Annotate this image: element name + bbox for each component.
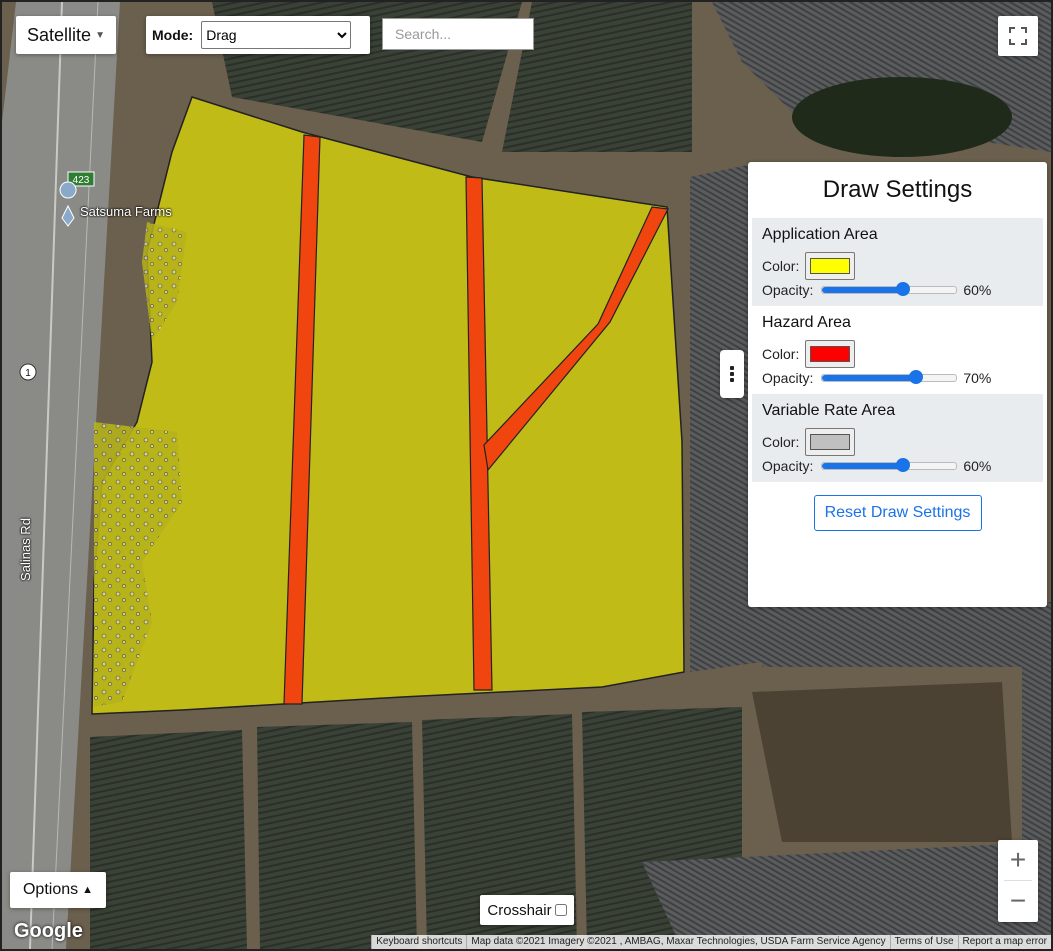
zoom-in-button[interactable]: + [998,840,1038,880]
mode-select[interactable]: Drag [201,21,352,49]
tree-cluster [792,77,1012,157]
color-row: Color: [762,428,1033,456]
dot-icon [730,366,734,370]
color-picker[interactable] [805,428,856,456]
dot-icon [730,372,734,376]
options-button[interactable]: Options ▲ [10,872,106,908]
caret-down-icon: ▼ [95,29,105,41]
color-swatch [810,434,851,450]
route-badge: 1 [25,368,31,379]
opacity-label: Opacity: [762,458,814,474]
opacity-label: Opacity: [762,282,814,298]
slider-fill [822,463,903,469]
panel-drag-handle[interactable] [720,350,744,398]
color-label: Color: [762,258,800,274]
road-label: Salinas Rd [17,518,33,581]
slider-knob[interactable] [895,458,910,472]
zoom-out-button[interactable]: − [998,881,1038,921]
place-label[interactable]: Satsuma Farms [80,204,172,219]
panel-title: Draw Settings [822,176,973,203]
zoom-control: + − [998,840,1038,922]
opacity-slider[interactable] [821,458,958,472]
draw-settings-panel: Draw Settings Application Area Color: Op… [748,162,1047,607]
reset-draw-settings-button[interactable]: Reset Draw Settings [813,495,982,531]
color-picker[interactable] [805,340,856,368]
caret-up-icon: ▲ [82,884,94,896]
crosshair-label: Crosshair [487,901,552,919]
slider-fill [822,287,903,293]
section-title: Hazard Area [762,314,851,331]
section-title: Application Area [762,226,878,243]
slider-knob[interactable] [909,370,924,384]
crosshair-checkbox[interactable] [554,904,567,916]
color-swatch [810,258,851,274]
variable-rate-area-section: Variable Rate Area Color: Opacity: 60% [752,394,1043,482]
opacity-value: 60% [963,458,992,474]
report-error-link[interactable]: Report a map error [957,935,1051,949]
field-bottom-5 [752,682,1012,842]
opacity-value: 70% [963,370,992,386]
opacity-row: Opacity: 60% [762,454,1033,478]
color-picker[interactable] [805,252,856,280]
fullscreen-button[interactable] [998,16,1038,56]
field-right-far [762,602,1051,667]
opacity-row: Opacity: 60% [762,278,1033,302]
mode-control: Mode: Drag [146,16,370,54]
color-row: Color: [762,340,1033,368]
opacity-slider[interactable] [821,370,958,384]
color-label: Color: [762,346,800,362]
field-bottom-right [1022,662,1051,842]
dot-icon [730,378,734,382]
section-title: Variable Rate Area [762,402,896,419]
opacity-value: 60% [963,282,992,298]
keyboard-shortcuts-link[interactable]: Keyboard shortcuts [371,935,466,949]
hwy-badge: 423 [73,175,90,186]
map-data-text: Map data ©2021 Imagery ©2021 , AMBAG, Ma… [466,935,889,949]
opacity-slider[interactable] [821,282,958,296]
slider-fill [822,375,917,381]
opacity-label: Opacity: [762,370,814,386]
mode-label: Mode: [152,27,194,43]
color-row: Color: [762,252,1033,280]
fullscreen-icon [1009,27,1027,45]
slider-knob[interactable] [895,282,910,296]
attribution-bar: Keyboard shortcuts Map data ©2021 Imager… [371,935,1051,949]
map-type-label: Satellite [27,24,92,45]
hazard-area-section: Hazard Area Color: Opacity: 70% [752,306,1043,394]
application-area-section: Application Area Color: Opacity: 60% [752,218,1043,306]
map-frame: 423 1 Satsuma Farms Salinas Rd Satellite… [0,0,1053,951]
options-label: Options [22,881,79,898]
terms-link[interactable]: Terms of Use [889,935,958,949]
crosshair-toggle: Crosshair [480,895,574,925]
map-type-button[interactable]: Satellite ▼ [16,16,116,54]
field-bottom-2 [257,722,417,949]
google-logo: Google [14,920,83,942]
search-input[interactable] [382,18,534,50]
color-label: Color: [762,434,800,450]
opacity-row: Opacity: 70% [762,366,1033,390]
color-swatch [810,346,851,362]
field-bottom-1 [90,730,247,949]
